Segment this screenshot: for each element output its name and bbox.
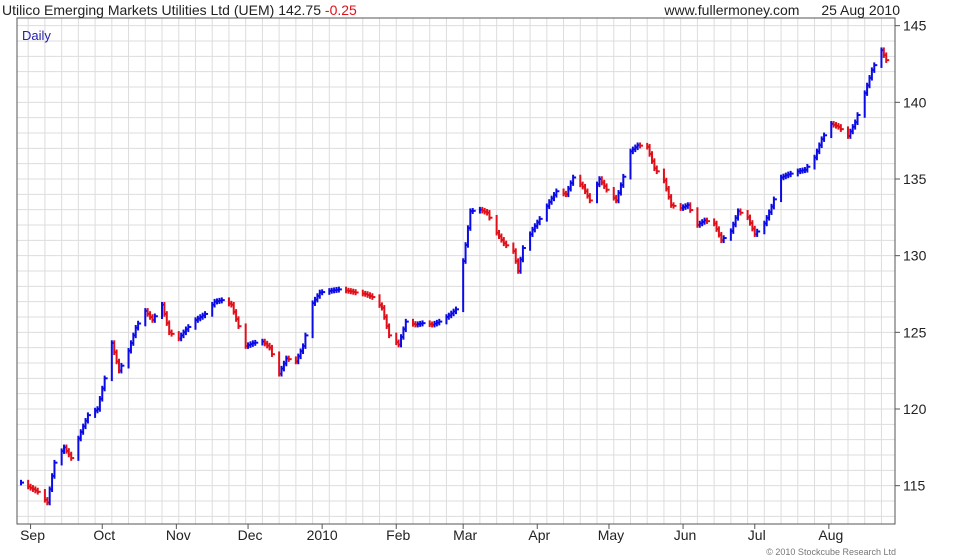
ticker-summary: Utilico Emerging Markets Utilities Ltd (… xyxy=(2,1,357,19)
x-tick-label: Jun xyxy=(674,527,697,543)
x-tick-label: Oct xyxy=(93,527,115,543)
x-tick-label: Apr xyxy=(528,527,550,543)
company-name: Utilico Emerging Markets Utilities Ltd (… xyxy=(2,2,275,18)
price-change: -0.25 xyxy=(324,2,357,18)
chart-date: 25 Aug 2010 xyxy=(821,2,900,18)
y-tick-label: 145 xyxy=(903,18,927,34)
y-tick-label: 120 xyxy=(903,401,927,417)
copyright: © 2010 Stockcube Research Ltd xyxy=(766,547,896,557)
y-tick-label: 140 xyxy=(903,94,927,110)
y-tick-label: 125 xyxy=(903,324,927,340)
last-price: 142.75 xyxy=(278,2,322,18)
x-tick-label: Aug xyxy=(818,527,843,543)
y-tick-label: 135 xyxy=(903,171,927,187)
x-tick-label: 2010 xyxy=(307,527,338,543)
y-tick-label: 130 xyxy=(903,248,927,264)
x-axis: Sep Oct Nov Dec 2010 Feb Mar Apr May Jun Jul Aug xyxy=(20,524,843,543)
chart-header: Utilico Emerging Markets Utilities Ltd (… xyxy=(0,0,900,18)
header-meta: www.fullermoney.com 25 Aug 2010 xyxy=(646,1,900,19)
x-tick-label: Mar xyxy=(453,527,477,543)
x-tick-label: Sep xyxy=(20,527,45,543)
x-tick-label: Nov xyxy=(166,527,191,543)
price-chart: 115 120 125 130 135 140 145 Sep Oct Nov Dec 2010 Fe… xyxy=(16,17,927,543)
y-tick-label: 115 xyxy=(903,478,926,494)
y-axis: 115 120 125 130 135 140 145 xyxy=(895,18,927,494)
period-label: Daily xyxy=(22,28,51,43)
x-tick-label: Feb xyxy=(386,527,410,543)
site-link[interactable]: www.fullermoney.com xyxy=(664,2,799,18)
x-tick-label: Dec xyxy=(238,527,263,543)
x-tick-label: May xyxy=(598,527,624,543)
x-tick-label: Jul xyxy=(748,527,766,543)
